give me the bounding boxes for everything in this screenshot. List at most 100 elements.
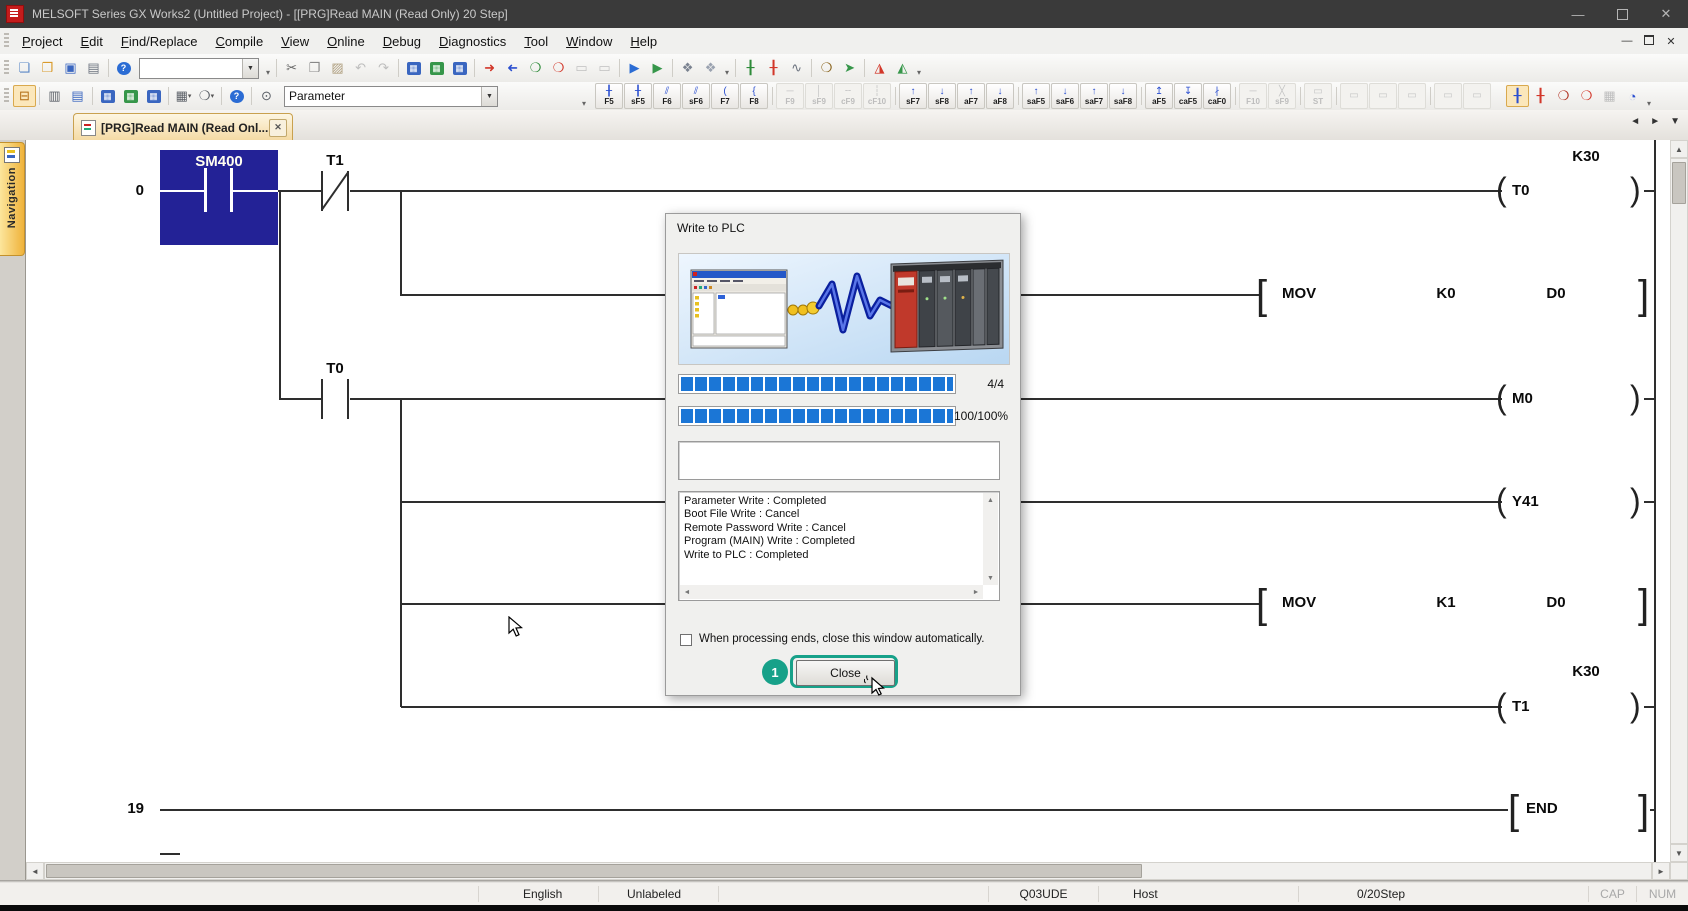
device-memory-icon[interactable]: ▦ [119,85,142,107]
module-tool-icon[interactable]: ❖ [699,57,722,79]
dropdown-arrow-icon[interactable]: ▾ [188,92,192,100]
paste-icon[interactable]: ▨ [326,57,349,79]
vscroll-thumb[interactable] [1672,162,1686,204]
toolbar2-overflow-icon[interactable]: ▾ [1647,99,1651,110]
toolbar-overflow-icon[interactable]: ▾ [725,68,729,79]
ladder-symbol-button-button[interactable]: ▭ [1434,83,1462,109]
auto-close-checkbox[interactable] [680,634,692,646]
contact-t0-label[interactable]: T0 [312,360,358,377]
instr-mov2-op[interactable]: MOV [1282,594,1346,611]
device-display-icon[interactable]: ▦ [402,57,425,79]
tab-scroll-right-icon[interactable]: ► [1650,116,1660,127]
copy-icon[interactable]: ❐ [303,57,326,79]
sampling-trace-icon[interactable]: ◮ [868,57,891,79]
cut-icon[interactable]: ✂ [280,57,303,79]
ladder-symbol-F5-button[interactable]: ╂F5 [595,83,623,109]
ladder-symbol-aF8-button[interactable]: ↓aF8 [986,83,1014,109]
mdi-close-button[interactable]: ✕ [1660,35,1682,48]
quick-access-combo[interactable]: ▼ [139,58,259,79]
dropdown-arrow-icon[interactable]: ▾ [211,92,215,100]
device-comment-icon[interactable]: ▦ [96,85,119,107]
tab-prg-read-main[interactable]: [PRG]Read MAIN (Read Onl... ✕ [73,113,293,141]
find-device-icon[interactable]: ❍▾ [195,85,218,107]
ladder-symbol-button-button[interactable]: ▭ [1398,83,1426,109]
instr-mov1-op[interactable]: MOV [1282,285,1346,302]
navigation-panel-tab[interactable]: Navigation [0,142,25,256]
new-project-icon[interactable]: ❏ [13,57,36,79]
listbox-scroll-left-icon[interactable]: ◄ [680,585,694,599]
start-monitor-icon[interactable]: ▶ [623,57,646,79]
ladder-symbol-F6-button[interactable]: ⫽F6 [653,83,681,109]
ladder-symbol-button-button[interactable]: ▭ [1340,83,1368,109]
watch-window-icon[interactable]: ❍ [815,57,838,79]
ladder-symbol-saF6-button[interactable]: ↓saF6 [1051,83,1079,109]
ladder-symbol-ST-button[interactable]: ▭ST [1304,83,1332,109]
ladder-symbol-caF5-button[interactable]: ↧caF5 [1174,83,1202,109]
ladder-symbol-saF5-button[interactable]: ↑saF5 [1022,83,1050,109]
listbox-scroll-up-icon[interactable]: ▲ [983,493,998,507]
menu-debug[interactable]: Debug [374,31,430,52]
toolbar-overflow-icon[interactable]: ▾ [582,99,586,110]
hscroll-thumb[interactable] [46,864,1142,878]
work-window-icon[interactable]: ▤ [66,85,89,107]
listbox-scroll-right-icon[interactable]: ► [969,585,983,599]
buffer-memory-monitor-icon[interactable]: ∿ [785,57,808,79]
monitor-stop-icon[interactable]: ❍ [547,57,570,79]
menu-window[interactable]: Window [557,31,621,52]
menu-tool[interactable]: Tool [515,31,557,52]
cross-reference-icon[interactable]: ⊙ [255,85,278,107]
ladder-symbol-F8-button[interactable]: {F8 [740,83,768,109]
menu-find-replace[interactable]: Find/Replace [112,31,207,52]
listbox-hscroll[interactable]: ◄ ► [680,585,983,599]
ladder-symbol-sF5-button[interactable]: ╂sF5 [624,83,652,109]
read-from-plc-icon[interactable]: ➜ [501,57,524,79]
save-project-icon[interactable]: ▣ [59,57,82,79]
contact-sm400-selected-cell[interactable]: SM400 [160,150,278,245]
coil-t0-label[interactable]: T0 [1512,182,1552,199]
instr-mov2-dst[interactable]: D0 [1526,594,1586,611]
trace-result-icon[interactable]: ◭ [891,57,914,79]
device-initial-icon[interactable]: ▦ [142,85,165,107]
menu-online[interactable]: Online [318,31,374,52]
window-close-button[interactable]: ✕ [1644,0,1688,28]
instr-mov2-src[interactable]: K1 [1416,594,1476,611]
ladder-symbol-caF0-button[interactable]: ∤caF0 [1203,83,1231,109]
device-memory-display-icon[interactable]: ▦ [425,57,448,79]
ladder-symbol-sF8-button[interactable]: ↓sF8 [928,83,956,109]
redo-icon[interactable]: ↷ [372,57,395,79]
toolbar-overflow-icon[interactable]: ▾ [266,68,270,79]
hscroll-left-icon[interactable]: ◄ [26,862,44,880]
listbox-scroll-down-icon[interactable]: ▼ [983,571,998,585]
data-combo-arrow-icon[interactable]: ▼ [481,87,497,106]
undo-icon[interactable]: ↶ [349,57,372,79]
ladder-symbol-button-button[interactable]: ▭ [1463,83,1491,109]
menu-diagnostics[interactable]: Diagnostics [430,31,515,52]
coil-y41-label[interactable]: Y41 [1512,493,1564,510]
ladder-symbol-saF8-button[interactable]: ↓saF8 [1109,83,1137,109]
coil-t1-label[interactable]: T1 [1512,698,1552,715]
menu-view[interactable]: View [272,31,318,52]
toolbar-overflow-icon[interactable]: ▾ [917,68,921,79]
ladder-symbol-sF9-button[interactable]: │sF9 [805,83,833,109]
tab-close-icon[interactable]: ✕ [269,119,287,137]
vscroll-down-icon[interactable]: ▼ [1670,844,1688,862]
listbox-vscroll[interactable]: ▲ ▼ [983,493,998,585]
module-configuration-icon[interactable]: ▥ [43,85,66,107]
data-combo[interactable]: Parameter ▼ [284,86,498,107]
ladder-symbol-saF7-button[interactable]: ↑saF7 [1080,83,1108,109]
window-minimize-button[interactable]: — [1556,0,1600,28]
ladder-symbol-button-button[interactable]: ▭ [1369,83,1397,109]
ladder-symbol-F9-button[interactable]: ─F9 [776,83,804,109]
help-icon[interactable]: ? [112,57,135,79]
forced-io-icon[interactable]: ➤ [838,57,861,79]
entry-ladder-monitor-icon[interactable]: ╂ [762,57,785,79]
mdi-restore-button[interactable] [1638,35,1660,48]
ladder-edit-mode-icon[interactable]: ╂ [1506,85,1529,107]
vscroll-track[interactable] [1670,158,1688,844]
monitor-start-icon[interactable]: ❍ [524,57,547,79]
window-maximize-button[interactable] [1600,0,1644,28]
mdi-minimize-button[interactable]: — [1616,35,1638,47]
open-project-icon[interactable]: ❒ [36,57,59,79]
vscroll-up-icon[interactable]: ▲ [1670,140,1688,158]
print-icon[interactable]: ▤ [82,57,105,79]
